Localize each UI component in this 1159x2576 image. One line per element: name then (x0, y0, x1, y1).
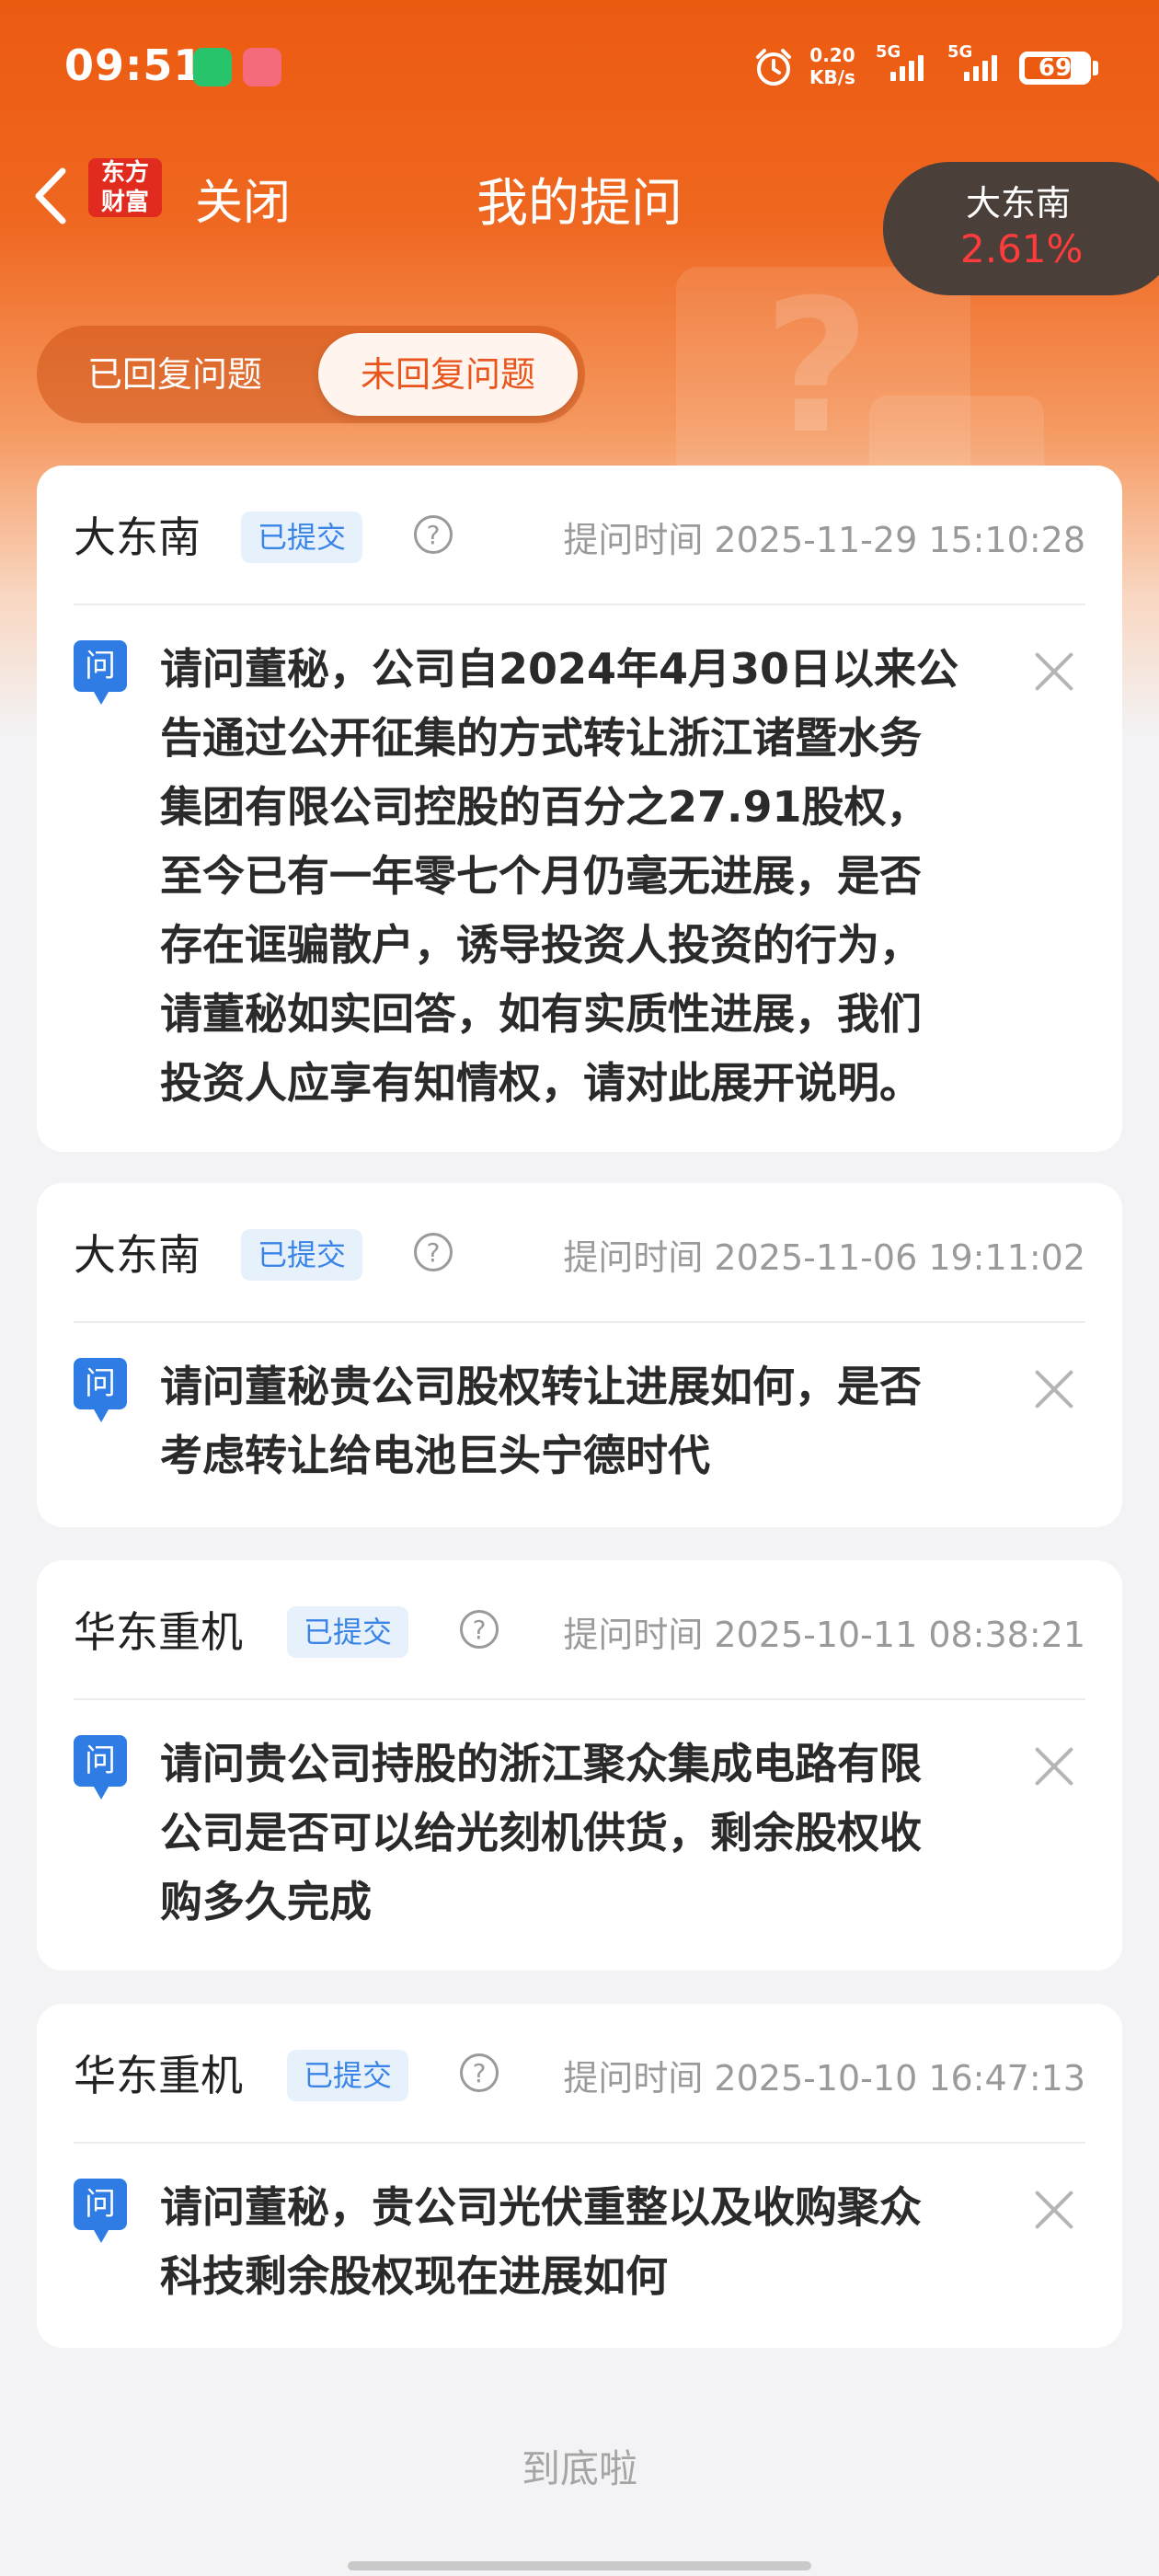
company-name: 华东重机 (74, 2051, 243, 2100)
status-badge: 已提交 (287, 1606, 409, 1658)
question-line: 集团有限公司控股的百分之27.91股权， (160, 782, 929, 832)
company-name: 华东重机 (74, 1607, 243, 1657)
divider (74, 1698, 1085, 1700)
question-line: 至今已有一年零七个月仍毫无进展，是否 (160, 851, 922, 901)
question-card: 大东南 已提交 ? 提问时间 2025-11-06 19:11:02 问 请问董… (37, 1183, 1122, 1527)
question-icon: 问 (74, 2179, 127, 2243)
question-line: 请董秘如实回答，如有实质性进展，我们 (160, 989, 922, 1039)
status-bar: 09:51 0.20 KB/s 5G 5G 69 (0, 0, 1159, 138)
question-time: 提问时间 2025-10-10 16:47:13 (563, 2058, 1085, 2099)
card-header: 大东南 已提交 ? 提问时间 2025-11-29 15:10:28 (74, 466, 1085, 604)
question-line: 存在诓骗散户，诱导投资人投资的行为， (160, 920, 922, 970)
status-badge: 已提交 (241, 1229, 363, 1281)
home-indicator[interactable] (348, 2561, 811, 2570)
question-time: 提问时间 2025-10-11 08:38:21 (563, 1615, 1085, 1655)
tab-replied[interactable]: 已回复问题 (37, 326, 313, 423)
net-speed-unit: KB/s (809, 66, 855, 88)
help-circle-icon[interactable]: ? (414, 515, 453, 554)
tab-unreplied[interactable]: 未回复问题 (318, 333, 578, 416)
net-speed: 0.20 KB/s (809, 44, 855, 88)
close-x-icon[interactable] (1032, 650, 1076, 694)
question-time: 提问时间 2025-11-29 15:10:28 (563, 520, 1085, 560)
signal-icon (964, 55, 997, 81)
question-line: 请问董秘贵公司股权转让进展如何，是否 (160, 1362, 922, 1411)
help-circle-icon[interactable]: ? (460, 1610, 499, 1649)
question-line: 购多久完成 (160, 1877, 372, 1926)
question-line: 请问董秘，公司自2024年4月30日以来公 (160, 644, 959, 694)
question-icon: 问 (74, 1358, 127, 1422)
divider (74, 2142, 1085, 2144)
question-text: 请问贵公司持股的浙江聚众集成电路有限 公司是否可以给光刻机供货，剩余股权收 购多… (160, 1730, 1061, 1937)
card-header: 大东南 已提交 ? 提问时间 2025-11-06 19:11:02 (74, 1183, 1085, 1321)
card-header: 华东重机 已提交 ? 提问时间 2025-10-10 16:47:13 (74, 2004, 1085, 2142)
signal-icon (890, 55, 924, 81)
stock-change: 2.61% (960, 226, 1084, 271)
stock-quote-pill[interactable]: 大东南 2.61% (883, 162, 1159, 295)
question-tabs: 已回复问题 未回复问题 (37, 326, 585, 423)
net-speed-value: 0.20 (809, 44, 855, 66)
question-line: 请问贵公司持股的浙江聚众集成电路有限 (160, 1739, 922, 1788)
status-badge: 已提交 (287, 2050, 409, 2101)
battery-level: 69 (1038, 54, 1073, 82)
question-text: 请问董秘，贵公司光伏重整以及收购聚众 科技剩余股权现在进展如何 (160, 2173, 1061, 2311)
question-line: 请问董秘，贵公司光伏重整以及收购聚众 (160, 2182, 922, 2232)
divider (74, 1321, 1085, 1323)
question-line: 公司是否可以给光刻机供货，剩余股权收 (160, 1808, 922, 1857)
battery-cap (1093, 61, 1098, 75)
battery-icon: 69 (1019, 52, 1091, 85)
question-card: 华东重机 已提交 ? 提问时间 2025-10-10 16:47:13 问 请问… (37, 2004, 1122, 2348)
close-x-icon[interactable] (1032, 1367, 1076, 1411)
alarm-icon (756, 49, 791, 86)
question-text: 请问董秘，公司自2024年4月30日以来公 告通过公开征集的方式转让浙江诸暨水务… (160, 635, 1061, 1118)
end-of-list-text: 到底啦 (521, 2446, 637, 2491)
question-card: 大东南 已提交 ? 提问时间 2025-11-29 15:10:28 问 请问董… (37, 466, 1122, 1152)
close-x-icon[interactable] (1032, 2188, 1076, 2232)
help-circle-icon[interactable]: ? (460, 2053, 499, 2092)
stock-name: 大东南 (966, 183, 1072, 224)
phone-app-icon (193, 48, 232, 86)
card-header: 华东重机 已提交 ? 提问时间 2025-10-11 08:38:21 (74, 1560, 1085, 1698)
question-line: 投资人应享有知情权，请对此展开说明。 (160, 1058, 922, 1108)
question-line: 考虑转让给电池巨头宁德时代 (160, 1431, 710, 1480)
question-text: 请问董秘贵公司股权转让进展如何，是否 考虑转让给电池巨头宁德时代 (160, 1352, 1061, 1490)
notes-app-icon (243, 48, 281, 86)
question-icon: 问 (74, 1735, 127, 1800)
company-name: 大东南 (74, 512, 201, 562)
question-line: 告通过公开征集的方式转让浙江诸暨水务 (160, 713, 922, 763)
help-circle-icon[interactable]: ? (414, 1233, 453, 1271)
question-time: 提问时间 2025-11-06 19:11:02 (563, 1237, 1085, 1278)
clock: 09:51 (64, 40, 204, 90)
question-icon: 问 (74, 640, 127, 705)
question-line: 科技剩余股权现在进展如何 (160, 2251, 668, 2301)
close-x-icon[interactable] (1032, 1744, 1076, 1788)
status-badge: 已提交 (241, 512, 363, 563)
decorative-question-mark: ? (763, 260, 871, 475)
company-name: 大东南 (74, 1230, 201, 1280)
divider (74, 604, 1085, 605)
question-card: 华东重机 已提交 ? 提问时间 2025-10-11 08:38:21 问 请问… (37, 1560, 1122, 1971)
